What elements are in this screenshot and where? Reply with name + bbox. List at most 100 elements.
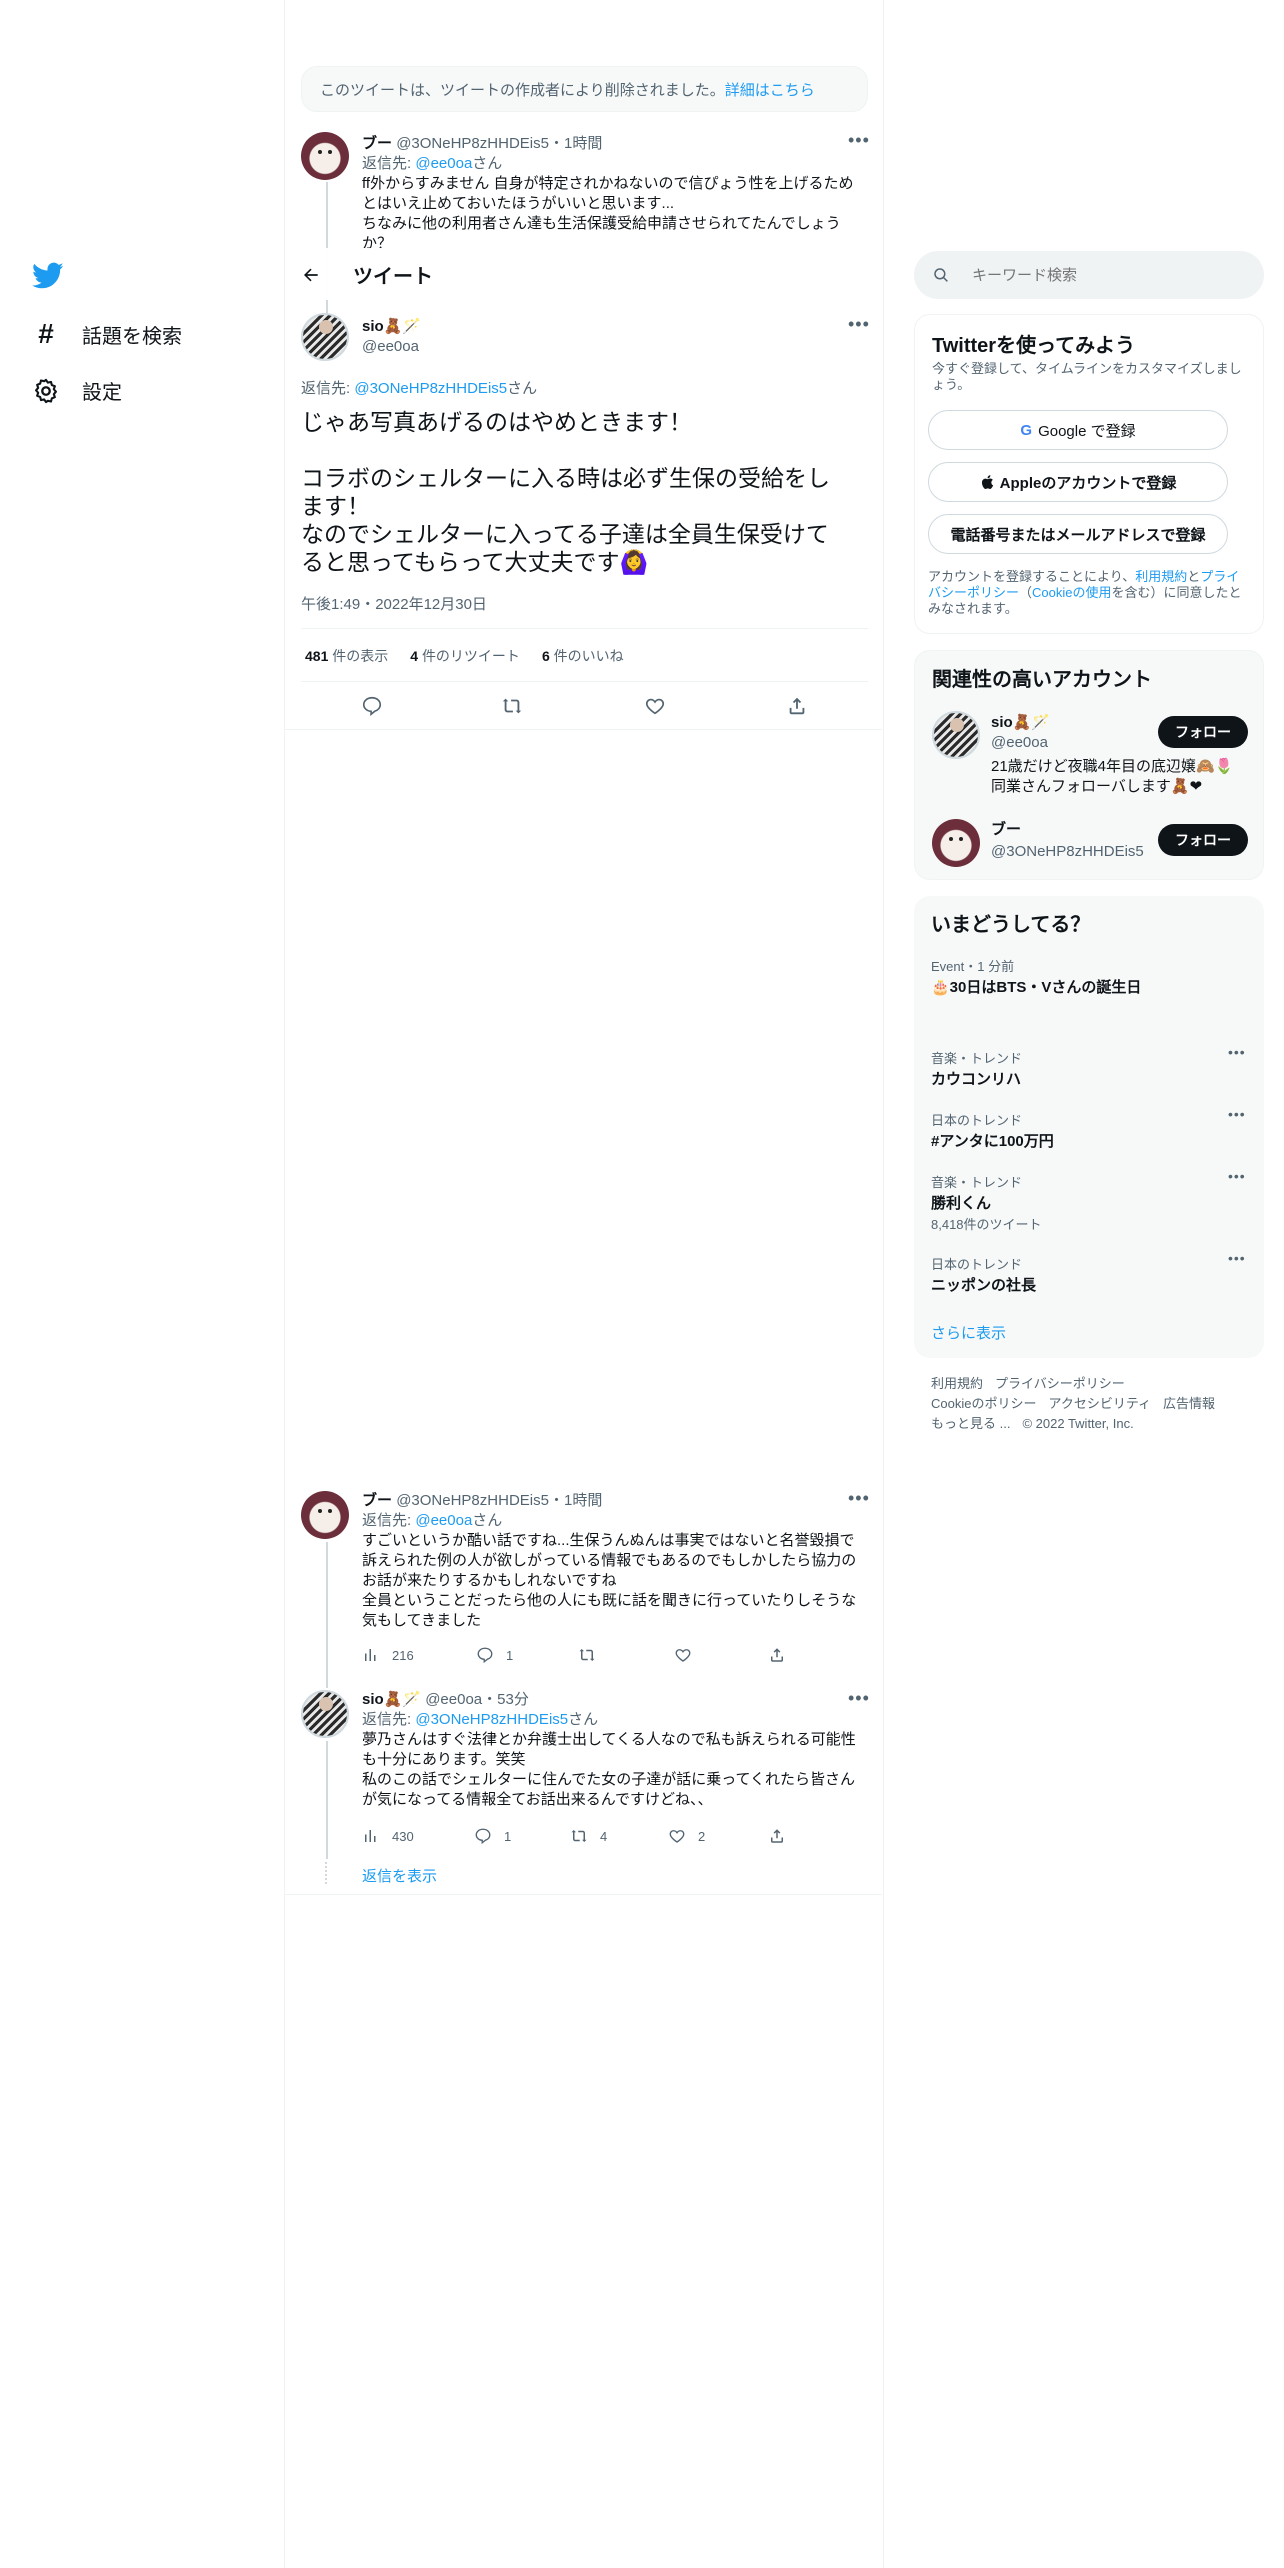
phone-email-signup-button[interactable]: 電話番号またはメールアドレスで登録 xyxy=(928,514,1228,554)
search-icon xyxy=(932,266,950,284)
deleted-notice-text: このツイートは、ツイートの作成者により削除されました。 xyxy=(320,81,725,99)
more-options-icon[interactable]: ••• xyxy=(848,1488,870,1509)
reply-suffix: さん xyxy=(472,155,503,172)
search-input[interactable] xyxy=(972,266,1232,284)
trend-item[interactable]: Event・1 分前 🎂30日はBTS・Vさんの誕生日 xyxy=(914,956,1264,1036)
footer-accessibility-link[interactable]: アクセシビリティ xyxy=(1048,1394,1151,1414)
tweet-text: 夢乃さんはすぐ法律とか弁護士出してくる人なので私も訴えられる可能性 も十分にあり… xyxy=(362,1730,872,1810)
reply-to-link[interactable]: @ee0oa xyxy=(415,155,472,172)
like-icon xyxy=(675,1649,691,1662)
trend-category: 日本のトレンド xyxy=(931,1113,1023,1128)
learn-more-link[interactable]: 詳細はこちら xyxy=(725,79,815,100)
avatar[interactable] xyxy=(932,819,980,867)
likes-stat[interactable]: 6 件のいいね xyxy=(542,646,624,666)
reply-to-link[interactable]: @3ONeHP8zHHDEis5 xyxy=(354,380,507,397)
trend-title: 勝利くん xyxy=(931,1195,992,1212)
sticky-header: ツイート xyxy=(285,248,882,301)
back-arrow-icon[interactable] xyxy=(301,265,321,285)
trend-item[interactable]: 日本のトレンド ニッポンの社長 ••• xyxy=(914,1250,1264,1314)
share-icon[interactable] xyxy=(786,695,808,717)
nav-settings[interactable]: 設定 xyxy=(32,376,122,405)
nav-explore[interactable]: # 話題を検索 xyxy=(32,318,182,350)
account-name: ブー xyxy=(991,821,1022,838)
views-action[interactable]: 216 xyxy=(362,1646,414,1664)
footer-privacy-link[interactable]: プライバシーポリシー xyxy=(995,1374,1125,1394)
tweet-text: すごいというか酷い話ですね...生保うんぬんは事実ではないと名誉毀損で 訴えられ… xyxy=(362,1531,872,1631)
reply-tweet[interactable]: ブー @3ONeHP8zHHDEis5・1時間 返信先: @ee0oaさん すご… xyxy=(362,1491,872,1631)
avatar[interactable] xyxy=(301,313,349,361)
trend-item[interactable]: 日本のトレンド #アンタに100万円 ••• xyxy=(914,1106,1264,1170)
views-count: 216 xyxy=(392,1647,414,1663)
retweet-action[interactable] xyxy=(578,1646,608,1664)
related-title: 関連性の高いアカウント xyxy=(932,669,1152,691)
google-signup-button[interactable]: G Google で登録 xyxy=(928,410,1228,450)
retweet-icon[interactable] xyxy=(501,695,523,717)
privacy-link[interactable]: バシーポリシー xyxy=(928,585,1019,600)
trends-card: いまどうしてる？ Event・1 分前 🎂30日はBTS・Vさんの誕生日 音楽・… xyxy=(914,896,1264,1358)
tweet-text-line: も十分にあります。笑笑 xyxy=(362,1751,526,1768)
more-options-icon[interactable]: ••• xyxy=(848,1688,870,1709)
views-action[interactable]: 430 xyxy=(362,1827,414,1845)
like-icon xyxy=(669,1830,685,1843)
footer-more-link[interactable]: もっと見る ... xyxy=(931,1414,1010,1434)
parent-tweet[interactable]: ブー @3ONeHP8zHHDEis5・1時間 返信先: @ee0oaさん ff… xyxy=(362,134,872,254)
author-name: ブー xyxy=(362,1492,393,1509)
more-options-icon[interactable]: ••• xyxy=(848,314,870,335)
more-options-icon[interactable]: ••• xyxy=(1228,1168,1246,1184)
trend-item[interactable]: 音楽・トレンド 勝利くん 8,418件のツイート ••• xyxy=(914,1168,1264,1242)
apple-signup-button[interactable]: Appleのアカウントで登録 xyxy=(928,462,1228,502)
more-options-icon[interactable]: ••• xyxy=(1228,1044,1246,1060)
views-label: 件の表示 xyxy=(332,648,389,664)
reply-to-link[interactable]: @3ONeHP8zHHDEis5 xyxy=(415,1711,568,1728)
show-replies-link[interactable]: 返信を表示 xyxy=(362,1865,437,1886)
avatar[interactable] xyxy=(932,711,980,759)
reply-action[interactable]: 1 xyxy=(474,1827,511,1845)
likes-label: 件のいいね xyxy=(553,648,624,664)
author-name: sio🧸🪄 xyxy=(362,1691,422,1708)
reply-count: 1 xyxy=(506,1647,514,1663)
reply-icon[interactable] xyxy=(361,695,383,717)
reply-icon xyxy=(475,1828,491,1845)
retweets-stat[interactable]: 4 件のリツイート xyxy=(410,646,520,666)
related-account[interactable]: ブー @3ONeHP8zHHDEis5 xyxy=(991,819,1144,863)
views-icon xyxy=(365,1649,376,1661)
tweet-text-line: ff外からすみません 自身が特定されかねないので信ぴょう性を上げるため xyxy=(362,175,854,192)
share-action[interactable] xyxy=(768,1827,786,1845)
views-stat[interactable]: 481 件の表示 xyxy=(305,646,388,666)
footer-terms-link[interactable]: 利用規約 xyxy=(931,1374,983,1394)
terms-link[interactable]: 利用規約 xyxy=(1135,569,1187,584)
more-options-icon[interactable]: ••• xyxy=(1228,1250,1246,1266)
share-action[interactable] xyxy=(768,1646,786,1664)
retweet-action[interactable]: 4 xyxy=(570,1827,607,1845)
more-options-icon[interactable]: ••• xyxy=(848,130,870,151)
like-icon[interactable] xyxy=(644,695,666,717)
tweet-time: 1時間 xyxy=(563,135,603,152)
show-more-link[interactable]: さらに表示 xyxy=(931,1322,1006,1343)
legal-text: と xyxy=(1187,569,1201,584)
reply-tweet[interactable]: sio🧸🪄 @ee0oa・53分 返信先: @3ONeHP8zHHDEis5さん… xyxy=(362,1690,872,1810)
reply-to-link[interactable]: @ee0oa xyxy=(415,1512,472,1529)
follow-button[interactable]: フォロー xyxy=(1158,716,1248,748)
like-action[interactable]: 2 xyxy=(668,1827,705,1845)
author-handle: @3ONeHP8zHHDEis5 xyxy=(396,135,549,152)
thread-dots xyxy=(325,1862,328,1884)
privacy-link[interactable]: プライ xyxy=(1200,569,1239,584)
legal-text: を含む）に同意したと xyxy=(1111,585,1242,600)
author-handle: @ee0oa xyxy=(425,1691,483,1708)
avatar[interactable] xyxy=(301,132,349,180)
like-action[interactable] xyxy=(674,1646,704,1664)
avatar[interactable] xyxy=(301,1690,349,1738)
tweet-timestamp[interactable]: 午後1:49・2022年12月30日 xyxy=(301,593,487,614)
cookie-link[interactable]: Cookieの使用 xyxy=(1032,585,1111,600)
more-options-icon[interactable]: ••• xyxy=(1228,1106,1246,1122)
reply-action[interactable]: 1 xyxy=(476,1646,513,1664)
twitter-bird-icon[interactable] xyxy=(32,262,64,290)
footer-cookie-link[interactable]: Cookieのポリシー xyxy=(931,1394,1036,1414)
trend-item[interactable]: 音楽・トレンド カウコンリハ ••• xyxy=(914,1044,1264,1108)
footer-ads-link[interactable]: 広告情報 xyxy=(1163,1394,1215,1414)
follow-button[interactable]: フォロー xyxy=(1158,824,1248,856)
search-bar[interactable] xyxy=(914,251,1264,299)
gear-icon xyxy=(32,377,60,405)
main-tweet-author[interactable]: sio🧸🪄 @ee0oa xyxy=(362,317,421,357)
avatar[interactable] xyxy=(301,1491,349,1539)
